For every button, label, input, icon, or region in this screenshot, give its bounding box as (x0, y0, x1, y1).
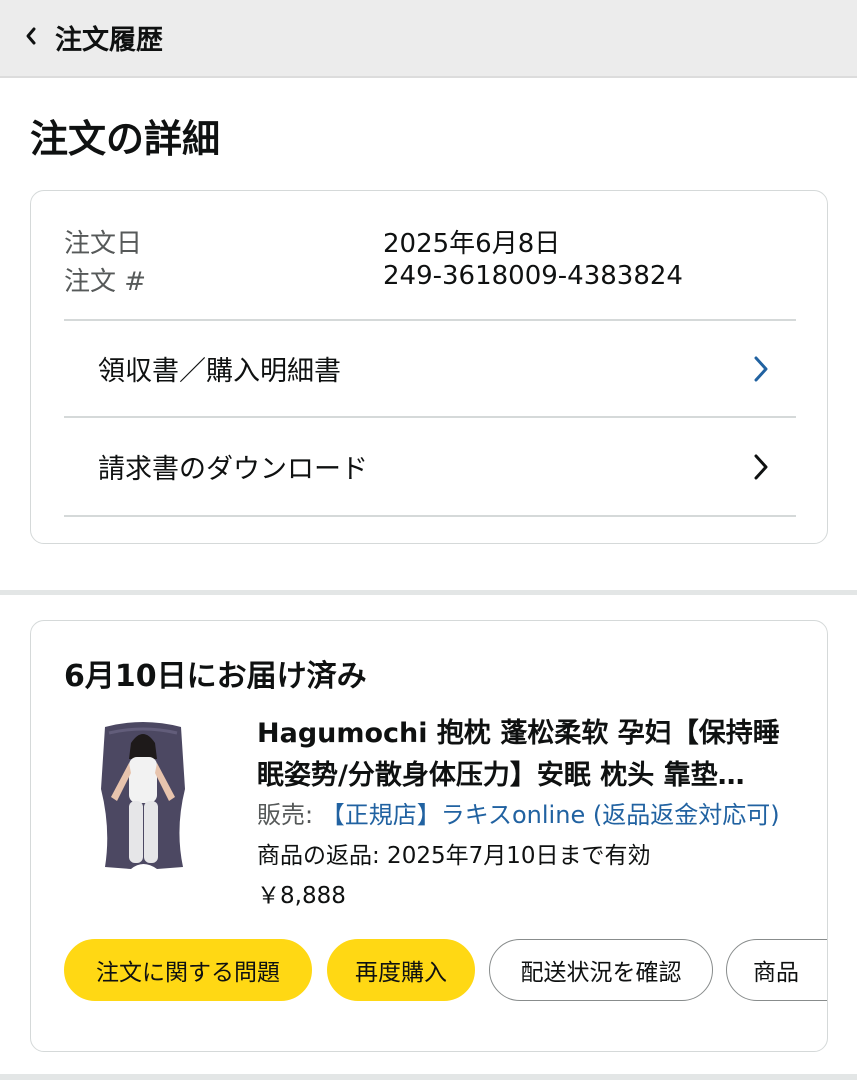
buy-again-button[interactable]: 再度購入 (327, 939, 475, 1001)
top-nav-bar: 注文履歴 (0, 0, 857, 78)
invoice-download-label: 請求書のダウンロード (98, 454, 368, 485)
chevron-left-icon[interactable] (24, 26, 38, 46)
shipment-card: 6月10日にお届け済み Hagumochi 抱枕 蓬松柔软 孕妇【保持睡 眠姿势… (30, 620, 828, 1052)
product-image[interactable] (95, 719, 191, 871)
page-title: 注文の詳細 (30, 117, 221, 161)
order-number-label: 注文 # (64, 267, 147, 297)
return-policy: 商品の返品: 2025年7月10日まで有効 (257, 843, 651, 869)
product-action-button[interactable]: 商品 (726, 939, 827, 1001)
chevron-right-icon (754, 454, 768, 480)
order-number-value: 249-3618009-4383824 (383, 261, 683, 291)
back-to-order-history-link[interactable]: 注文履歴 (55, 18, 163, 57)
seller-link[interactable]: 【正規店】ラキスonline (返品返金対応可) (321, 801, 780, 829)
order-problem-button[interactable]: 注文に関する問題 (64, 939, 312, 1001)
product-title-line: Hagumochi 抱枕 蓬松柔软 孕妇【保持睡 (257, 718, 780, 749)
order-date-label: 注文日 (64, 229, 143, 259)
divider (64, 416, 796, 418)
receipt-link-label: 領収書／購入明細書 (98, 356, 341, 387)
track-package-button[interactable]: 配送状況を確認 (489, 939, 713, 1001)
order-date-value: 2025年6月8日 (383, 229, 561, 259)
seller-prefix: 販売: (257, 801, 321, 829)
invoice-download-row[interactable]: 請求書のダウンロード (64, 419, 796, 515)
product-price: ￥8,888 (257, 883, 346, 909)
product-title-line: 眠姿势/分散身体压力】安眠 枕头 靠垫… (257, 760, 745, 791)
receipt-link-row[interactable]: 領収書／購入明細書 (64, 321, 796, 417)
product-title[interactable]: Hagumochi 抱枕 蓬松柔软 孕妇【保持睡 眠姿势/分散身体压力】安眠 枕… (257, 713, 797, 797)
chevron-right-icon (754, 356, 768, 382)
section-separator (0, 1074, 857, 1080)
delivery-status: 6月10日にお届け済み (64, 659, 367, 694)
section-separator (0, 590, 857, 595)
seller-info: 販売: 【正規店】ラキスonline (返品返金対応可) (257, 795, 780, 830)
divider (64, 515, 796, 517)
order-summary-card: 注文日 2025年6月8日 注文 # 249-3618009-4383824 領… (30, 190, 828, 544)
